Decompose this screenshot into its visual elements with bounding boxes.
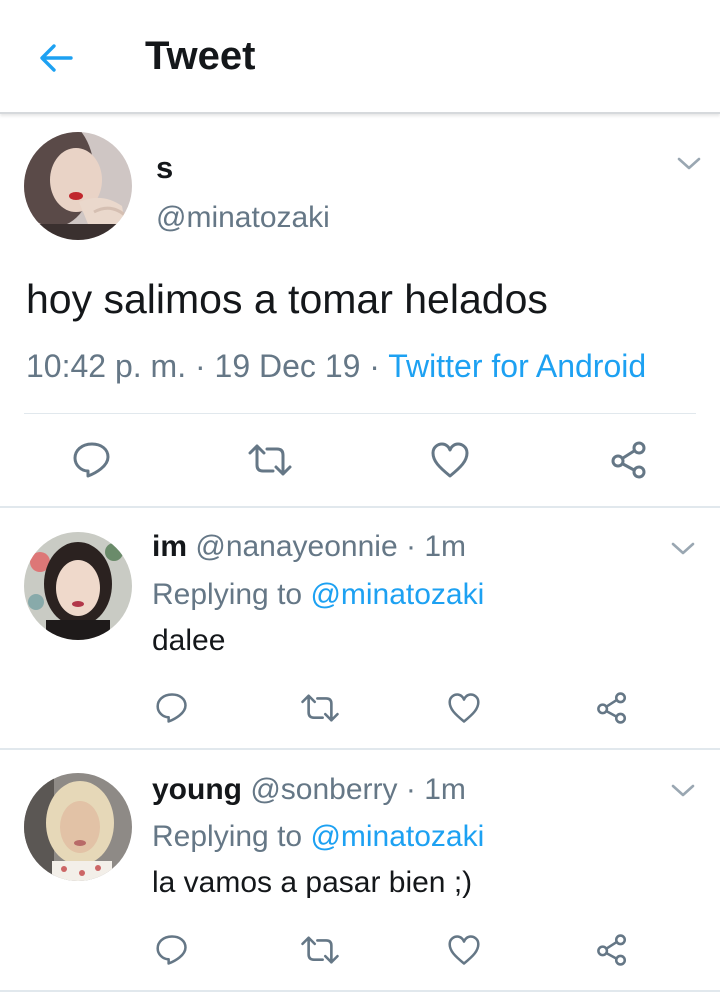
tweet-meta: 10:42 p. m. · 19 Dec 19 · Twitter for An… (26, 348, 646, 385)
author-name[interactable]: s (156, 150, 173, 186)
like-icon (431, 442, 469, 478)
author-handle[interactable]: @sonberry (250, 773, 397, 806)
divider (0, 990, 720, 992)
retweet-icon (301, 694, 339, 722)
reply-header: im @nanayeonnie · 1m (152, 530, 466, 564)
retweet-button[interactable] (296, 932, 344, 968)
share-icon (597, 692, 627, 724)
like-button[interactable] (428, 438, 472, 482)
reply-button[interactable] (66, 438, 118, 482)
divider (24, 413, 696, 414)
retweet-icon (301, 936, 339, 964)
top-bar: Tweet (0, 0, 720, 114)
share-button[interactable] (592, 688, 632, 728)
reply-time: 1m (424, 773, 466, 806)
like-button[interactable] (444, 688, 484, 728)
share-button[interactable] (592, 930, 632, 970)
time-separator: · (397, 530, 425, 563)
share-icon (597, 934, 627, 966)
replying-to-mention[interactable]: @minatozaki (310, 820, 484, 853)
author-name[interactable]: im (152, 530, 187, 563)
share-button[interactable] (606, 438, 652, 482)
reply-button[interactable] (152, 930, 192, 970)
tweet-text: hoy salimos a tomar helados (26, 276, 548, 322)
meta-separator: · (186, 348, 215, 384)
like-icon (448, 935, 480, 965)
back-button[interactable] (34, 36, 78, 80)
retweet-icon (248, 444, 292, 476)
tweet-source-link[interactable]: Twitter for Android (388, 348, 646, 384)
avatar[interactable] (24, 532, 132, 640)
replying-to-label: Replying to (152, 820, 311, 853)
page-title: Tweet (145, 34, 256, 78)
like-button[interactable] (444, 930, 484, 970)
like-icon (448, 693, 480, 723)
author-name[interactable]: young (152, 773, 242, 806)
divider (0, 748, 720, 750)
replying-to: Replying to @minatozaki (152, 820, 484, 854)
chevron-down-icon[interactable] (674, 153, 704, 173)
tweet-time: 10:42 p. m. (26, 348, 187, 384)
reply-icon (73, 442, 110, 478)
chevron-down-icon[interactable] (668, 780, 698, 800)
reply-time: 1m (424, 530, 466, 563)
reply-icon (156, 935, 187, 965)
retweet-button[interactable] (242, 440, 298, 480)
replying-to-mention[interactable]: @minatozaki (310, 578, 484, 611)
reply-text: dalee (152, 624, 226, 657)
author-handle[interactable]: @minatozaki (156, 201, 330, 235)
share-icon (611, 441, 646, 479)
reply-text: la vamos a pasar bien ;) (152, 866, 473, 899)
reply-icon (156, 693, 187, 723)
reply-button[interactable] (152, 688, 192, 728)
back-arrow-icon (40, 44, 73, 72)
avatar[interactable] (24, 773, 132, 881)
chevron-down-icon[interactable] (668, 538, 698, 558)
replying-to: Replying to @minatozaki (152, 578, 484, 612)
divider (0, 506, 720, 508)
replying-to-label: Replying to (152, 578, 311, 611)
author-handle[interactable]: @nanayeonnie (195, 530, 397, 563)
tweet-date: 19 Dec 19 (214, 348, 361, 384)
reply-header: young @sonberry · 1m (152, 773, 466, 807)
meta-separator: · (360, 348, 389, 384)
time-separator: · (397, 773, 425, 806)
retweet-button[interactable] (296, 690, 344, 726)
avatar[interactable] (24, 132, 132, 240)
